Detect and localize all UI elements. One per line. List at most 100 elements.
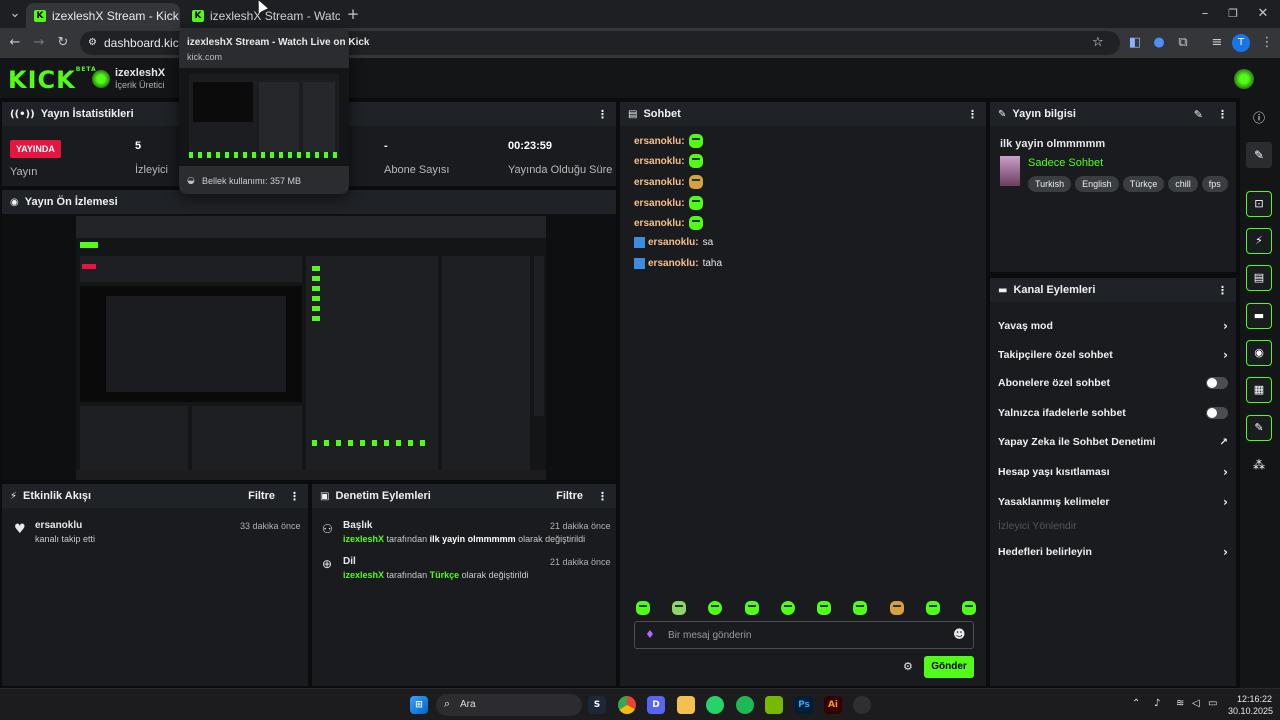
subs-label: Abone Sayısı <box>384 164 450 176</box>
battery-icon[interactable]: ▭ <box>1208 698 1217 709</box>
emote-icon[interactable] <box>780 601 795 615</box>
chat-user[interactable]: ersanoklu: <box>634 218 685 229</box>
moderation-filter-button[interactable]: Filtre <box>556 490 583 502</box>
wrench-icon[interactable]: ✎ <box>1246 415 1272 441</box>
restore-button[interactable]: ❐ <box>1224 5 1242 23</box>
taskbar-search[interactable]: ⌕ Ara <box>436 694 582 716</box>
chat-bubble-icon[interactable]: ▬ <box>1246 303 1272 329</box>
photoshop-icon[interactable]: Ps <box>795 696 813 714</box>
external-link-icon: ↗ <box>1219 436 1228 448</box>
more-icon[interactable]: ⋮ <box>1217 284 1228 297</box>
banned-words-action[interactable]: Yasaklanmış kelimeler › <box>998 495 1228 509</box>
more-icon[interactable]: ⋮ <box>289 490 300 503</box>
emote-icon[interactable] <box>708 601 723 615</box>
minimize-button[interactable]: – <box>1196 5 1214 23</box>
back-icon[interactable]: ← <box>6 34 24 52</box>
followers-only-action[interactable]: Takipçilere özel sohbet › <box>998 348 1228 362</box>
browser-menu-icon[interactable]: ⋮ <box>1258 34 1276 52</box>
emote-icon[interactable] <box>636 601 650 615</box>
chat-user[interactable]: ersanoklu: <box>634 156 685 167</box>
microphone-icon[interactable]: ♦ <box>645 628 655 641</box>
chat-user[interactable]: ersanoklu: <box>634 177 685 188</box>
emote-icon[interactable] <box>889 601 904 615</box>
mic-tray-icon[interactable]: ♪ <box>1154 698 1160 709</box>
emote-icon[interactable] <box>817 601 832 615</box>
profile-avatar[interactable]: T <box>1232 34 1250 52</box>
account-age-action[interactable]: Hesap yaşı kısıtlaması › <box>998 465 1228 479</box>
slow-mode-action[interactable]: Yavaş mod › <box>998 319 1228 333</box>
more-icon[interactable]: ⋮ <box>967 108 978 121</box>
spotify-icon[interactable] <box>736 696 754 714</box>
edit-icon[interactable]: ✎ <box>1194 108 1203 121</box>
steam-icon[interactable]: S <box>588 696 606 714</box>
more-icon[interactable]: ⋮ <box>597 490 608 503</box>
nvidia-icon[interactable] <box>765 696 783 714</box>
close-window-button[interactable]: ✕ <box>1254 5 1272 23</box>
subscribers-only-toggle[interactable] <box>1206 377 1228 389</box>
goals-action[interactable]: Hedefleri belirleyin › <box>998 545 1228 559</box>
clock-time[interactable]: 12:16:22 <box>1228 694 1272 704</box>
stream-preview-video[interactable] <box>76 216 546 480</box>
new-tab-button[interactable]: + <box>344 5 362 23</box>
emote-icon[interactable] <box>744 601 759 615</box>
edit-panel-icon[interactable]: ✎ <box>1246 142 1272 168</box>
notes-icon[interactable]: ▤ <box>1246 265 1272 291</box>
category-thumbnail[interactable] <box>1000 156 1020 186</box>
clock-date[interactable]: 30.10.2025 <box>1228 706 1273 716</box>
chat-user[interactable]: ersanoklu: <box>634 136 685 147</box>
reading-list-icon[interactable]: ≡ <box>1208 34 1226 52</box>
chat-settings-gear-icon[interactable]: ⚙ <box>903 660 913 673</box>
broadcast-icon: ((•)) <box>10 108 35 120</box>
activity-filter-button[interactable]: Filtre <box>248 490 275 502</box>
broadcast-icon[interactable]: ◉ <box>1246 340 1272 366</box>
channel-name[interactable]: izexleshX <box>115 67 165 79</box>
emoji-picker-icon[interactable]: ☻ <box>953 627 966 641</box>
ai-moderation-action[interactable]: Yapay Zeka ile Sohbet Denetimi ↗ <box>998 436 1228 448</box>
bookmark-star-icon[interactable]: ☆ <box>1092 31 1104 55</box>
tab-kick-dashboard[interactable]: K izexleshX Stream - Kick Dashbo ✕ <box>26 3 180 28</box>
emote-icon[interactable] <box>925 601 940 615</box>
chat-user[interactable]: ersanoklu: <box>648 237 699 248</box>
tab-search-icon[interactable]: ⌄ <box>6 5 24 23</box>
translate-extension-icon[interactable]: ◧ <box>1126 34 1144 52</box>
obs-icon[interactable] <box>853 696 871 714</box>
forward-icon[interactable]: → <box>30 34 48 52</box>
windows-start-icon[interactable]: ⊞ <box>410 696 428 714</box>
chrome-icon[interactable] <box>618 696 636 714</box>
activity-user[interactable]: ersanoklu <box>35 520 82 531</box>
site-info-icon[interactable]: ⚙ <box>88 31 97 55</box>
extensions-puzzle-icon[interactable]: ⧉ <box>1174 34 1192 52</box>
file-explorer-icon[interactable] <box>677 696 695 714</box>
volume-icon[interactable]: ◁ <box>1192 698 1200 709</box>
more-icon[interactable]: ⋮ <box>1217 108 1228 121</box>
tray-chevron-icon[interactable]: ⌃ <box>1132 698 1140 709</box>
category-name[interactable]: Sadece Sohbet <box>1028 157 1103 169</box>
more-icon[interactable]: ⋮ <box>597 108 608 121</box>
stats-title: Yayın İstatistikleri <box>40 108 134 120</box>
reload-icon[interactable]: ↻ <box>54 34 72 52</box>
whatsapp-icon[interactable] <box>706 696 724 714</box>
layout-icon[interactable]: ⊡ <box>1246 191 1272 217</box>
emote-icon[interactable] <box>672 601 687 615</box>
kick-logo[interactable]: KICKBETA <box>8 66 97 94</box>
add-widget-icon[interactable]: ⁂ <box>1246 452 1272 478</box>
quick-actions-icon[interactable]: ⚡ <box>1246 228 1272 254</box>
globe-icon: ⊕ <box>322 557 333 571</box>
wifi-icon[interactable]: ≋ <box>1176 698 1184 709</box>
illustrator-icon[interactable]: Ai <box>824 696 842 714</box>
chat-user[interactable]: ersanoklu: <box>634 198 685 209</box>
chat-user[interactable]: ersanoklu: <box>648 258 699 269</box>
send-button[interactable]: Gönder <box>924 656 974 678</box>
mod-user[interactable]: izexleshX <box>343 534 384 544</box>
chat-input[interactable]: ♦ Bir mesaj gönderin ☻ <box>634 621 974 649</box>
emote-icon[interactable] <box>961 601 976 615</box>
emotes-only-toggle[interactable] <box>1206 407 1228 419</box>
emote-icon[interactable] <box>853 601 868 615</box>
extension-icon[interactable]: ● <box>1150 34 1168 52</box>
info-icon[interactable]: ⓘ <box>1246 105 1272 131</box>
mod-user[interactable]: izexleshX <box>343 570 384 580</box>
channel-avatar[interactable] <box>92 70 110 88</box>
user-avatar[interactable] <box>1234 69 1254 89</box>
moderation-icon[interactable]: ▦ <box>1246 377 1272 403</box>
discord-icon[interactable]: D <box>647 696 665 714</box>
